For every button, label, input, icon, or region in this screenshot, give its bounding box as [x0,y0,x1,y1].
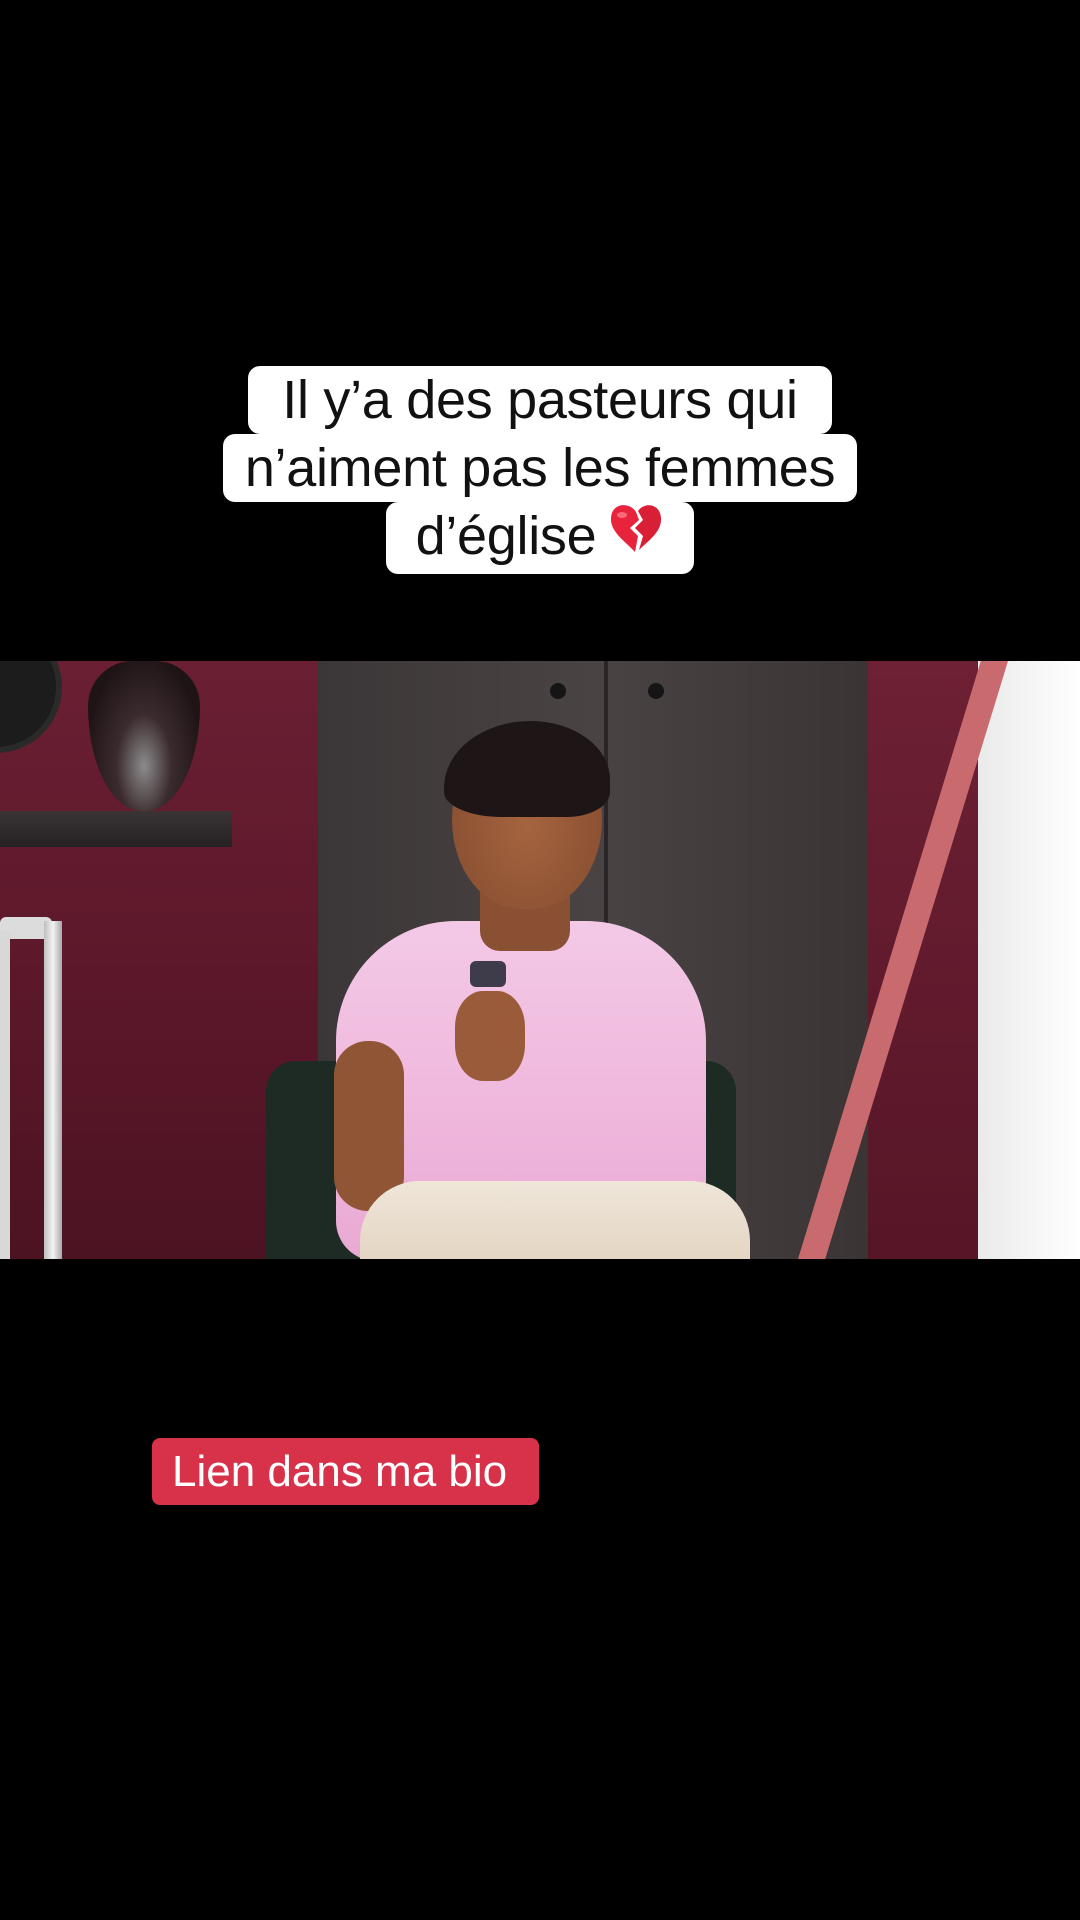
caption-line-3: d’église [385,502,695,574]
caption-line-2: n’aiment pas les femmes [222,434,858,502]
person-hand [455,991,525,1081]
caption-line-1: Il y’a des pasteurs qui [248,366,832,434]
white-panel [978,661,1080,1259]
caption-line-3-text: d’église [415,506,597,566]
microphone-clip [470,961,506,987]
link-in-bio-button[interactable]: Lien dans ma bio [152,1438,540,1505]
cabinet-knob-left [550,683,566,699]
wall-shelf [0,811,232,847]
broken-heart-icon [608,502,664,570]
video-screen[interactable]: Il y’a des pasteurs qui n’aiment pas les… [0,0,1080,1920]
person-skirt [360,1181,750,1259]
clothes-rack-pole-left [0,931,10,1259]
clothes-rack-pole [44,921,62,1259]
video-frame[interactable] [0,661,1080,1259]
caption-overlay: Il y’a des pasteurs qui n’aiment pas les… [0,366,1080,574]
cabinet-knob-right [648,683,664,699]
person-arm [334,1041,404,1211]
